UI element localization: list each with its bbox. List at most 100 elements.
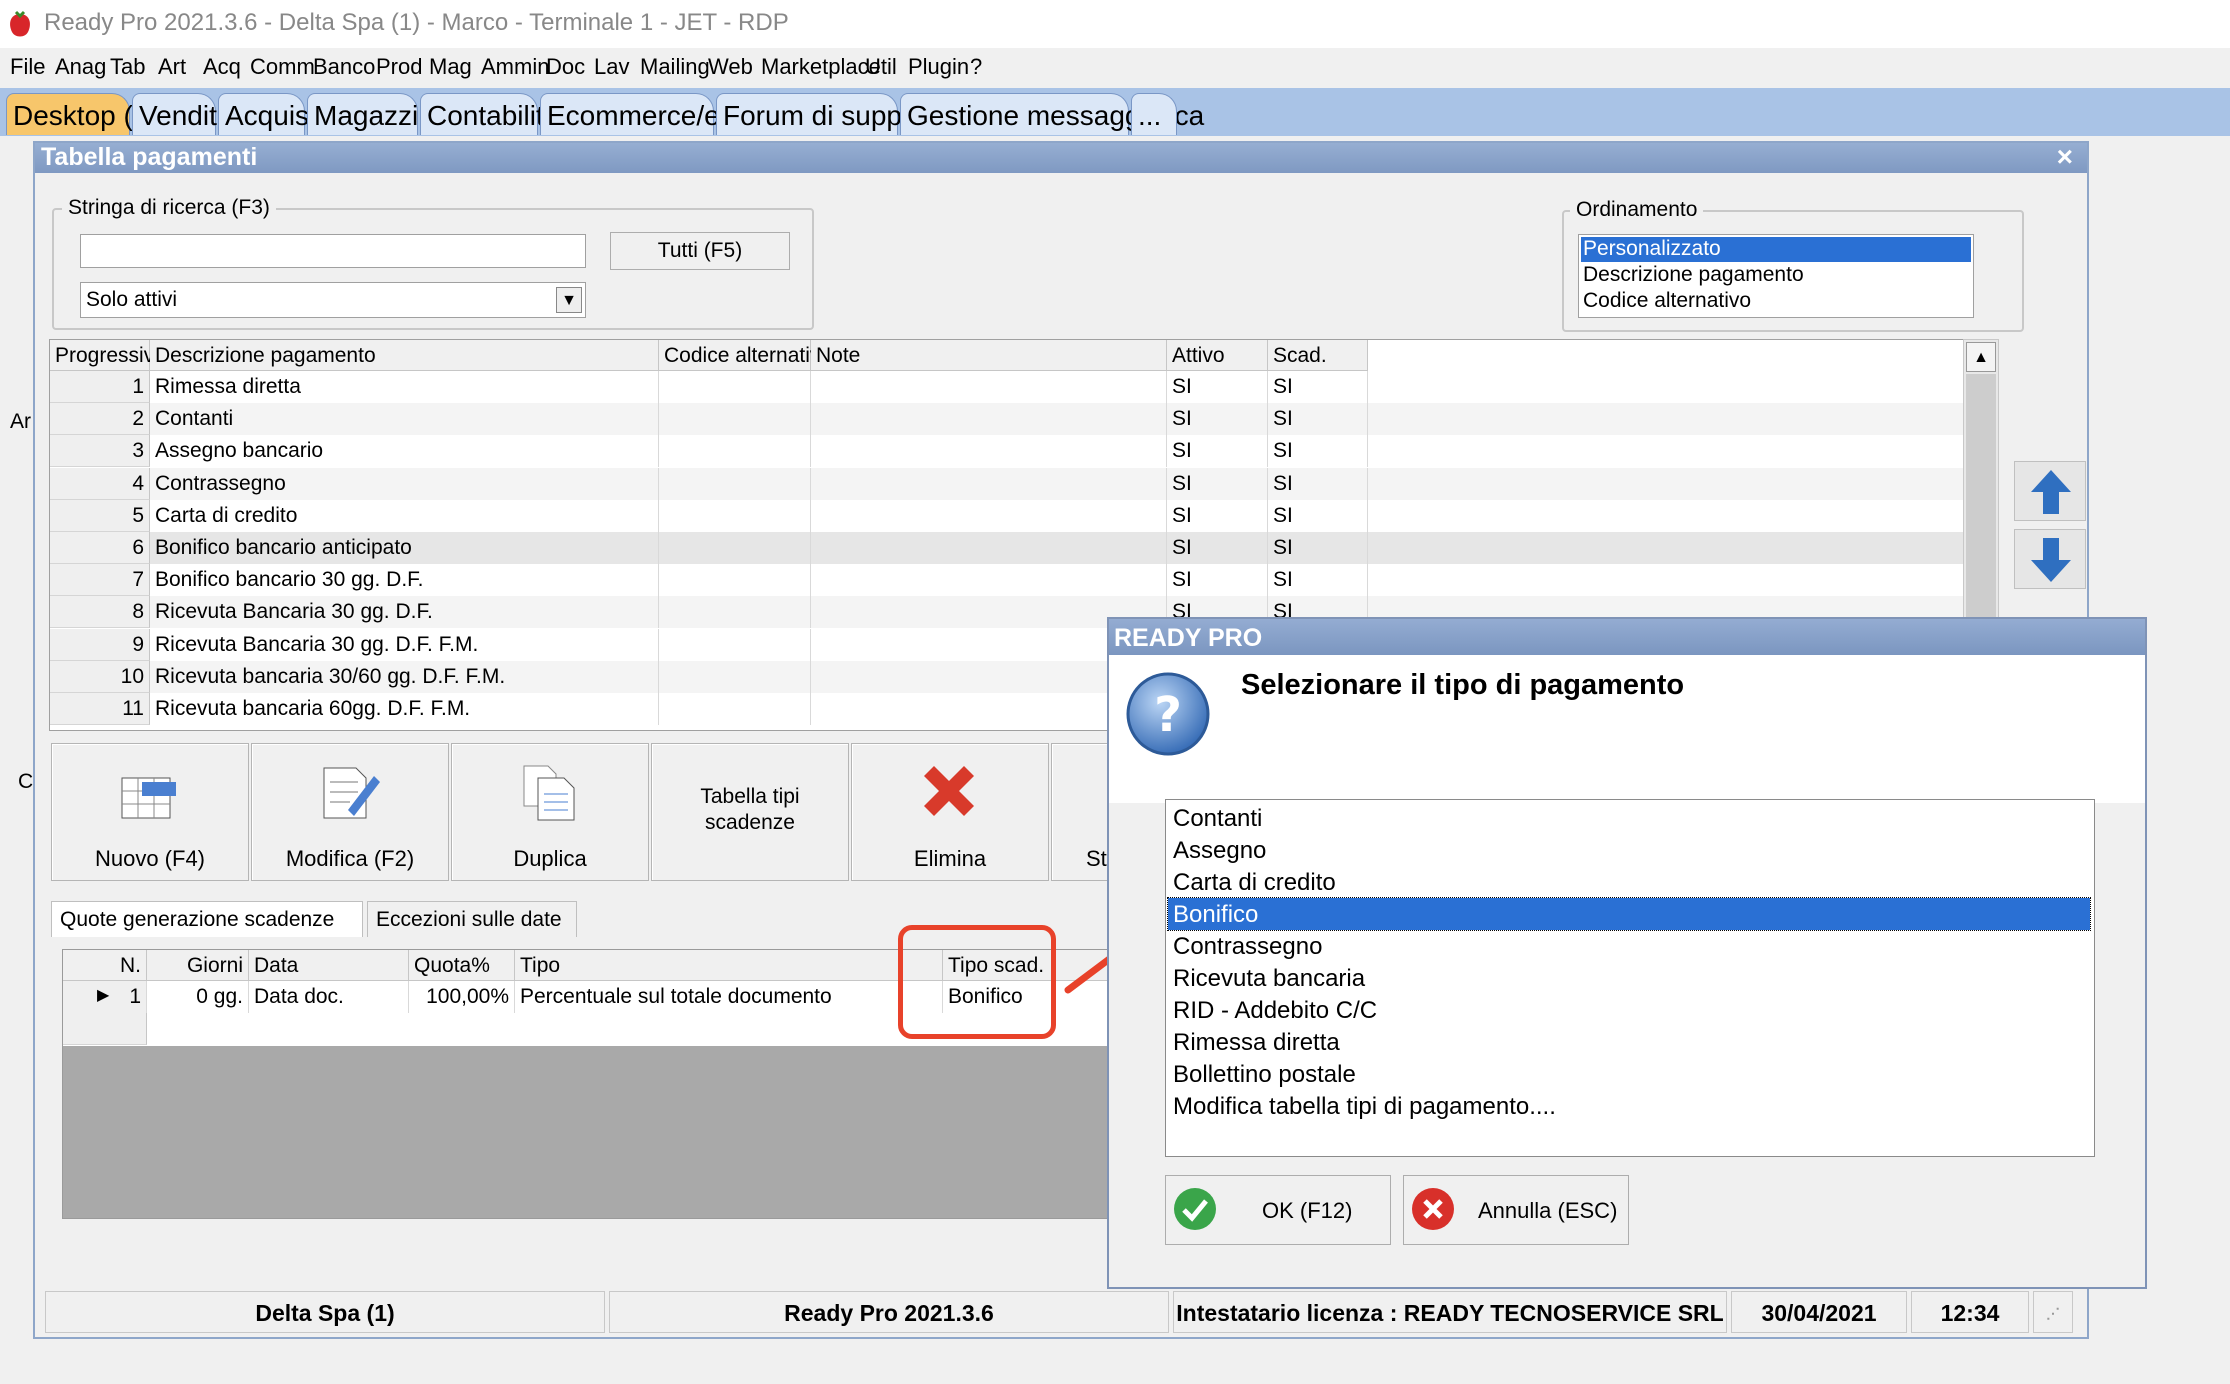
table-row[interactable]: 3 Assegno bancario SI SI xyxy=(50,435,1998,468)
due-types-table-button[interactable]: Tabella tipi scadenze xyxy=(651,743,849,881)
table-row[interactable]: 4 Contrassegno SI SI xyxy=(50,467,1998,500)
alt-code xyxy=(659,371,811,403)
table-row[interactable]: 5 Carta di credito SI SI xyxy=(50,499,1998,532)
payment-type-option[interactable]: Contanti xyxy=(1168,802,2090,834)
module-tab[interactable]: ... xyxy=(1131,93,1177,135)
quote-column-header[interactable]: Giorni xyxy=(147,950,249,981)
column-header[interactable]: Descrizione pagamento xyxy=(150,340,659,371)
menu-item[interactable]: Banco xyxy=(313,54,375,80)
menu-item[interactable]: Doc xyxy=(546,54,585,80)
close-icon[interactable]: × xyxy=(2057,141,2073,173)
menu-item[interactable]: Anag xyxy=(55,54,106,80)
delete-x-icon xyxy=(924,766,974,816)
menu-item[interactable]: Prod xyxy=(376,54,422,80)
module-tab[interactable]: Desktop (2) xyxy=(6,93,158,135)
status-time: 12:34 xyxy=(1911,1291,2029,1333)
menu-bar: File Anag Tab Art Acq Comm Banco Prod Mag Ammin Do… xyxy=(0,48,2230,88)
move-up-button[interactable] xyxy=(2014,461,2086,521)
svg-text:?: ? xyxy=(1154,687,1182,743)
column-header[interactable]: Scad. xyxy=(1268,340,1368,371)
menu-item[interactable]: Mailing xyxy=(640,54,710,80)
payment-description: Bonifico bancario 30 gg. D.F. xyxy=(150,564,659,597)
due-flag: SI xyxy=(1268,499,1368,532)
payment-description: Contanti xyxy=(150,403,659,436)
column-header[interactable]: Progressivo xyxy=(50,340,166,371)
payment-type-option[interactable]: Contrassegno xyxy=(1168,930,2090,962)
payment-type-option[interactable]: Bollettino postale xyxy=(1168,1058,2090,1090)
menu-item[interactable]: Art xyxy=(158,54,186,80)
payment-description: Ricevuta bancaria 30/60 gg. D.F. F.M. xyxy=(150,660,659,693)
menu-item[interactable]: Lav xyxy=(594,54,629,80)
scrollbar-thumb[interactable] xyxy=(1966,374,1996,618)
delete-button[interactable]: Elimina xyxy=(851,743,1049,881)
table-row[interactable]: 1 Rimessa diretta SI SI xyxy=(50,371,1998,403)
table-row[interactable]: 7 Bonifico bancario 30 gg. D.F. SI SI xyxy=(50,564,1998,597)
module-tab[interactable]: Gestione messaggistica xyxy=(900,93,1204,135)
payment-type-list: Contanti Assegno Carta di credito Bonifico C… xyxy=(1165,799,2095,1157)
payment-type-option[interactable]: RID - Addebito C/C xyxy=(1168,994,2090,1026)
menu-item[interactable]: Mag xyxy=(429,54,472,80)
edit-button[interactable]: Modifica (F2) xyxy=(251,743,449,881)
quote-column-header[interactable]: Data xyxy=(249,950,409,981)
grid-scrollbar[interactable]: ▲ xyxy=(1963,339,1999,619)
payment-type-option[interactable]: Modifica tabella tipi di pagamento.... xyxy=(1168,1090,2090,1122)
column-header[interactable]: Codice alternativo xyxy=(659,340,832,371)
module-tab[interactable]: Vendite xyxy=(132,93,232,135)
table-row[interactable]: 2 Contanti SI SI xyxy=(50,403,1998,436)
ok-button[interactable]: OK (F12) xyxy=(1165,1175,1391,1245)
show-all-button[interactable]: Tutti (F5) xyxy=(610,232,790,270)
menu-item[interactable]: ? xyxy=(970,54,982,80)
module-tab[interactable]: Magazzino xyxy=(307,93,449,135)
menu-item[interactable]: Util xyxy=(865,54,897,80)
new-button[interactable]: Nuovo (F4) xyxy=(51,743,249,881)
cancel-button[interactable]: Annulla (ESC) xyxy=(1403,1175,1629,1245)
active-flag: SI xyxy=(1167,467,1268,500)
module-tab[interactable]: Contabilita' xyxy=(420,93,565,135)
payment-type-option[interactable]: Ricevuta bancaria xyxy=(1168,962,2090,994)
quote-cell-quota: 100,00% xyxy=(409,981,515,1013)
scroll-up-icon[interactable]: ▲ xyxy=(1966,342,1996,372)
tab-quote[interactable]: Quote generazione scadenze xyxy=(51,901,363,937)
notes xyxy=(811,467,1167,500)
menu-item[interactable]: Comm xyxy=(250,54,315,80)
menu-item[interactable]: Acq xyxy=(203,54,241,80)
alt-code xyxy=(659,435,811,468)
menu-item[interactable]: Ammin xyxy=(481,54,549,80)
search-input[interactable] xyxy=(80,234,586,268)
payment-type-option[interactable]: Carta di credito xyxy=(1168,866,2090,898)
row-number xyxy=(63,1013,147,1045)
table-row[interactable]: 6 Bonifico bancario anticipato SI SI xyxy=(50,532,1998,564)
payment-type-option[interactable]: Bonifico xyxy=(1167,897,2091,931)
notes xyxy=(811,499,1167,532)
menu-item[interactable]: Web xyxy=(708,54,753,80)
duplicate-icon xyxy=(523,765,575,821)
ordering-option[interactable]: Codice alternativo xyxy=(1581,289,1971,314)
ordering-option[interactable]: Personalizzato xyxy=(1581,237,1971,262)
resize-grip-icon[interactable]: ⋰ xyxy=(2033,1291,2073,1333)
alt-code xyxy=(659,467,811,500)
tab-date-exceptions[interactable]: Eccezioni sulle date xyxy=(367,901,577,937)
column-header[interactable]: Note xyxy=(811,340,1167,371)
status-bar: Delta Spa (1) Ready Pro 2021.3.6 Intesta… xyxy=(45,1291,2085,1335)
duplicate-button[interactable]: Duplica xyxy=(451,743,649,881)
quote-column-header[interactable]: Tipo xyxy=(515,950,943,981)
menu-item[interactable]: Tab xyxy=(110,54,145,80)
menu-item[interactable]: Plugin xyxy=(908,54,969,80)
payment-description: Rimessa diretta xyxy=(150,371,659,403)
status-license: Intestatario licenza : READY TECNOSERVIC… xyxy=(1173,1291,1727,1333)
filter-select[interactable]: Solo attivi ▼ xyxy=(80,282,586,318)
quote-column-header[interactable]: Quota% xyxy=(409,950,515,981)
chevron-down-icon[interactable]: ▼ xyxy=(556,287,582,313)
move-down-button[interactable] xyxy=(2014,529,2086,589)
menu-item[interactable]: File xyxy=(10,54,45,80)
quote-column-header[interactable]: N. xyxy=(63,950,147,981)
ordering-option[interactable]: Descrizione pagamento xyxy=(1581,263,1971,288)
menu-item[interactable]: Marketplace xyxy=(761,54,881,80)
module-tab[interactable]: Ecommerce/eBay xyxy=(540,93,768,135)
payment-type-option[interactable]: Rimessa diretta xyxy=(1168,1026,2090,1058)
column-header[interactable]: Attivo xyxy=(1167,340,1268,371)
payment-type-option[interactable]: Assegno xyxy=(1168,834,2090,866)
module-tab[interactable]: Acquisti xyxy=(218,93,323,135)
module-tab[interactable]: Forum di supporto xyxy=(716,93,950,135)
notes xyxy=(811,403,1167,436)
